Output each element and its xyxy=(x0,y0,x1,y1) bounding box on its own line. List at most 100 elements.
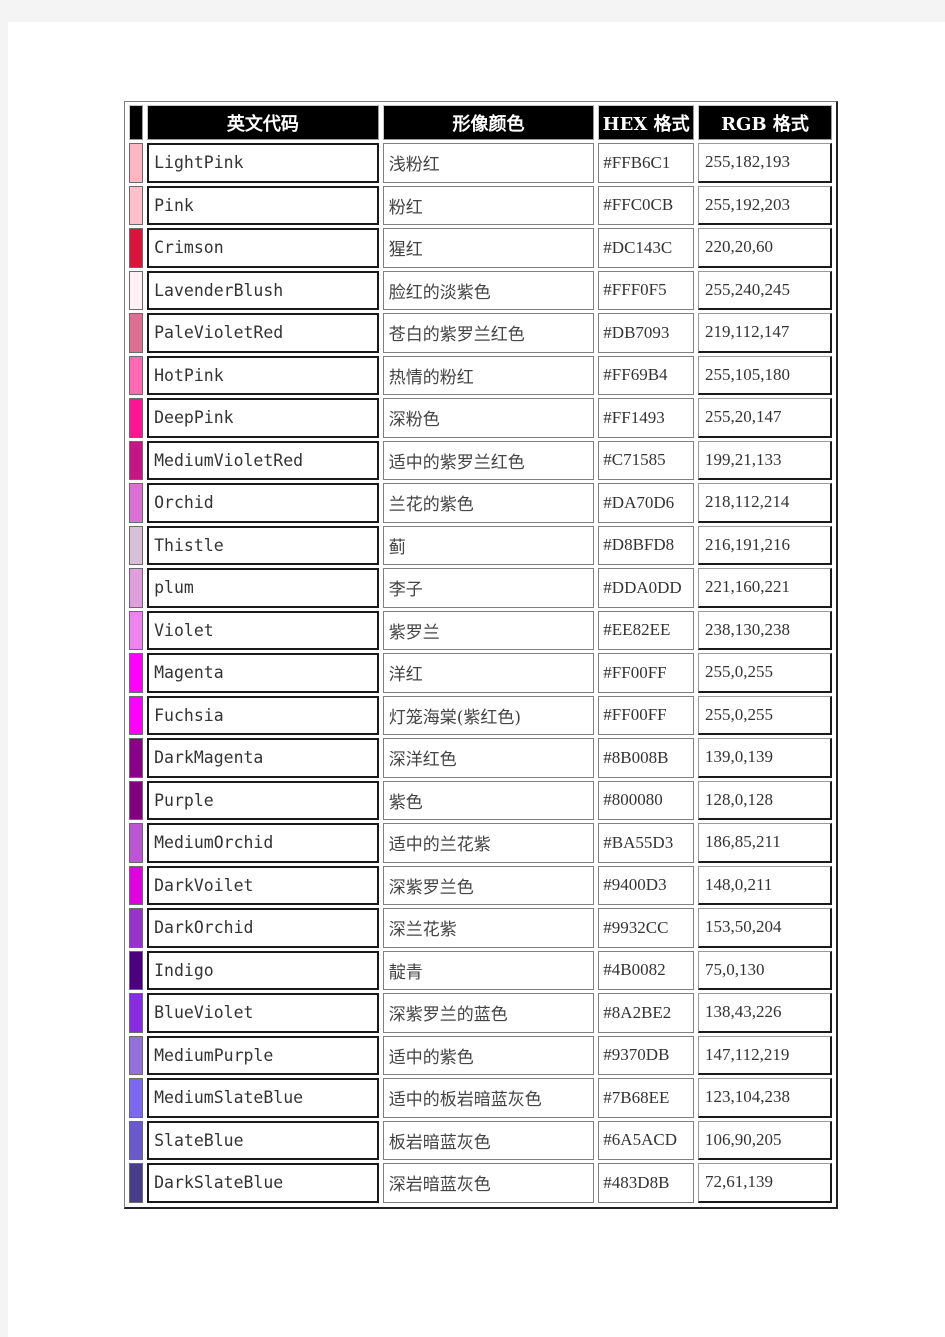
hex-cell: #FFF0F5 xyxy=(598,270,694,310)
chinese-name-cell: 热情的粉红 xyxy=(382,355,595,395)
color-swatch xyxy=(129,823,144,863)
chinese-name-cell: 脸红的淡紫色 xyxy=(382,270,595,310)
header-hex: HEX 格式 xyxy=(598,105,694,140)
chinese-name-cell: 洋红 xyxy=(382,653,595,693)
color-table: 英文代码 形像颜色 HEX 格式 RGB 格式 LightPink 浅粉红 #FFB… xyxy=(124,101,838,1209)
rgb-cell: 255,105,180 xyxy=(697,355,832,395)
rgb-cell: 138,43,226 xyxy=(697,993,832,1033)
chinese-name-cell: 粉红 xyxy=(382,185,595,225)
rgb-cell: 199,21,133 xyxy=(697,440,832,480)
color-swatch xyxy=(129,993,144,1033)
rgb-cell: 255,0,255 xyxy=(697,695,832,735)
chinese-name-cell: 深兰花紫 xyxy=(382,908,595,948)
color-swatch xyxy=(129,228,144,268)
english-name-cell: PaleVioletRed xyxy=(147,313,379,353)
table-row: plum 李子 #DDA0DD 221,160,221 xyxy=(129,568,832,608)
color-swatch xyxy=(129,270,144,310)
english-name-cell: MediumPurple xyxy=(147,1035,379,1075)
rgb-cell: 72,61,139 xyxy=(697,1163,832,1203)
hex-cell: #DA70D6 xyxy=(598,483,694,523)
rgb-cell: 255,192,203 xyxy=(697,185,832,225)
hex-cell: #C71585 xyxy=(598,440,694,480)
rgb-cell: 255,0,255 xyxy=(697,653,832,693)
chinese-name-cell: 深粉色 xyxy=(382,398,595,438)
table-row: Indigo 靛青 #4B0082 75,0,130 xyxy=(129,950,832,990)
table-row: Thistle 蓟 #D8BFD8 216,191,216 xyxy=(129,525,832,565)
color-swatch xyxy=(129,398,144,438)
english-name-cell: Magenta xyxy=(147,653,379,693)
color-swatch xyxy=(129,653,144,693)
chinese-name-cell: 板岩暗蓝灰色 xyxy=(382,1120,595,1160)
color-swatch xyxy=(129,738,144,778)
table-row: Pink 粉红 #FFC0CB 255,192,203 xyxy=(129,185,832,225)
hex-cell: #483D8B xyxy=(598,1163,694,1203)
hex-cell: #9932CC xyxy=(598,908,694,948)
english-name-cell: DarkVoilet xyxy=(147,865,379,905)
chinese-name-cell: 适中的紫色 xyxy=(382,1035,595,1075)
table-row: MediumPurple 适中的紫色 #9370DB 147,112,219 xyxy=(129,1035,832,1075)
table-row: SlateBlue 板岩暗蓝灰色 #6A5ACD 106,90,205 xyxy=(129,1120,832,1160)
table-row: BlueViolet 深紫罗兰的蓝色 #8A2BE2 138,43,226 xyxy=(129,993,832,1033)
chinese-name-cell: 紫色 xyxy=(382,780,595,820)
color-swatch xyxy=(129,1035,144,1075)
chinese-name-cell: 深洋红色 xyxy=(382,738,595,778)
table-row: Violet 紫罗兰 #EE82EE 238,130,238 xyxy=(129,610,832,650)
rgb-cell: 153,50,204 xyxy=(697,908,832,948)
english-name-cell: LavenderBlush xyxy=(147,270,379,310)
table-row: Fuchsia 灯笼海棠(紫红色) #FF00FF 255,0,255 xyxy=(129,695,832,735)
english-name-cell: Crimson xyxy=(147,228,379,268)
chinese-name-cell: 猩红 xyxy=(382,228,595,268)
english-name-cell: HotPink xyxy=(147,355,379,395)
chinese-name-cell: 紫罗兰 xyxy=(382,610,595,650)
chinese-name-cell: 靛青 xyxy=(382,950,595,990)
hex-cell: #FF69B4 xyxy=(598,355,694,395)
rgb-cell: 186,85,211 xyxy=(697,823,832,863)
english-name-cell: DeepPink xyxy=(147,398,379,438)
table-row: DarkSlateBlue 深岩暗蓝灰色 #483D8B 72,61,139 xyxy=(129,1163,832,1203)
table-row: MediumVioletRed 适中的紫罗兰红色 #C71585 199,21,133 xyxy=(129,440,832,480)
chinese-name-cell: 深紫罗兰色 xyxy=(382,865,595,905)
hex-cell: #DDA0DD xyxy=(598,568,694,608)
chinese-name-cell: 李子 xyxy=(382,568,595,608)
rgb-cell: 220,20,60 xyxy=(697,228,832,268)
english-name-cell: MediumOrchid xyxy=(147,823,379,863)
english-name-cell: BlueViolet xyxy=(147,993,379,1033)
document-page: 英文代码 形像颜色 HEX 格式 RGB 格式 LightPink 浅粉红 #FFB… xyxy=(8,22,945,1337)
header-swatch xyxy=(129,105,144,140)
table-row: Crimson 猩红 #DC143C 220,20,60 xyxy=(129,228,832,268)
table-row: Purple 紫色 #800080 128,0,128 xyxy=(129,780,832,820)
english-name-cell: MediumVioletRed xyxy=(147,440,379,480)
rgb-cell: 148,0,211 xyxy=(697,865,832,905)
english-name-cell: LightPink xyxy=(147,143,379,183)
header-rgb: RGB 格式 xyxy=(697,105,832,140)
chinese-name-cell: 深紫罗兰的蓝色 xyxy=(382,993,595,1033)
chinese-name-cell: 灯笼海棠(紫红色) xyxy=(382,695,595,735)
hex-cell: #FF1493 xyxy=(598,398,694,438)
color-swatch xyxy=(129,1120,144,1160)
rgb-cell: 216,191,216 xyxy=(697,525,832,565)
rgb-cell: 255,240,245 xyxy=(697,270,832,310)
rgb-cell: 238,130,238 xyxy=(697,610,832,650)
table-row: MediumSlateBlue 适中的板岩暗蓝灰色 #7B68EE 123,104,2… xyxy=(129,1078,832,1118)
rgb-cell: 106,90,205 xyxy=(697,1120,832,1160)
chinese-name-cell: 适中的兰花紫 xyxy=(382,823,595,863)
hex-cell: #FFB6C1 xyxy=(598,143,694,183)
table-row: DeepPink 深粉色 #FF1493 255,20,147 xyxy=(129,398,832,438)
english-name-cell: Fuchsia xyxy=(147,695,379,735)
hex-cell: #BA55D3 xyxy=(598,823,694,863)
hex-cell: #4B0082 xyxy=(598,950,694,990)
rgb-cell: 128,0,128 xyxy=(697,780,832,820)
color-swatch xyxy=(129,1078,144,1118)
hex-cell: #D8BFD8 xyxy=(598,525,694,565)
english-name-cell: Indigo xyxy=(147,950,379,990)
color-swatch xyxy=(129,440,144,480)
chinese-name-cell: 深岩暗蓝灰色 xyxy=(382,1163,595,1203)
rgb-cell: 123,104,238 xyxy=(697,1078,832,1118)
hex-cell: #DC143C xyxy=(598,228,694,268)
hex-cell: #FF00FF xyxy=(598,695,694,735)
color-swatch xyxy=(129,1163,144,1203)
color-swatch xyxy=(129,908,144,948)
table-row: MediumOrchid 适中的兰花紫 #BA55D3 186,85,211 xyxy=(129,823,832,863)
chinese-name-cell: 适中的紫罗兰红色 xyxy=(382,440,595,480)
chinese-name-cell: 适中的板岩暗蓝灰色 xyxy=(382,1078,595,1118)
